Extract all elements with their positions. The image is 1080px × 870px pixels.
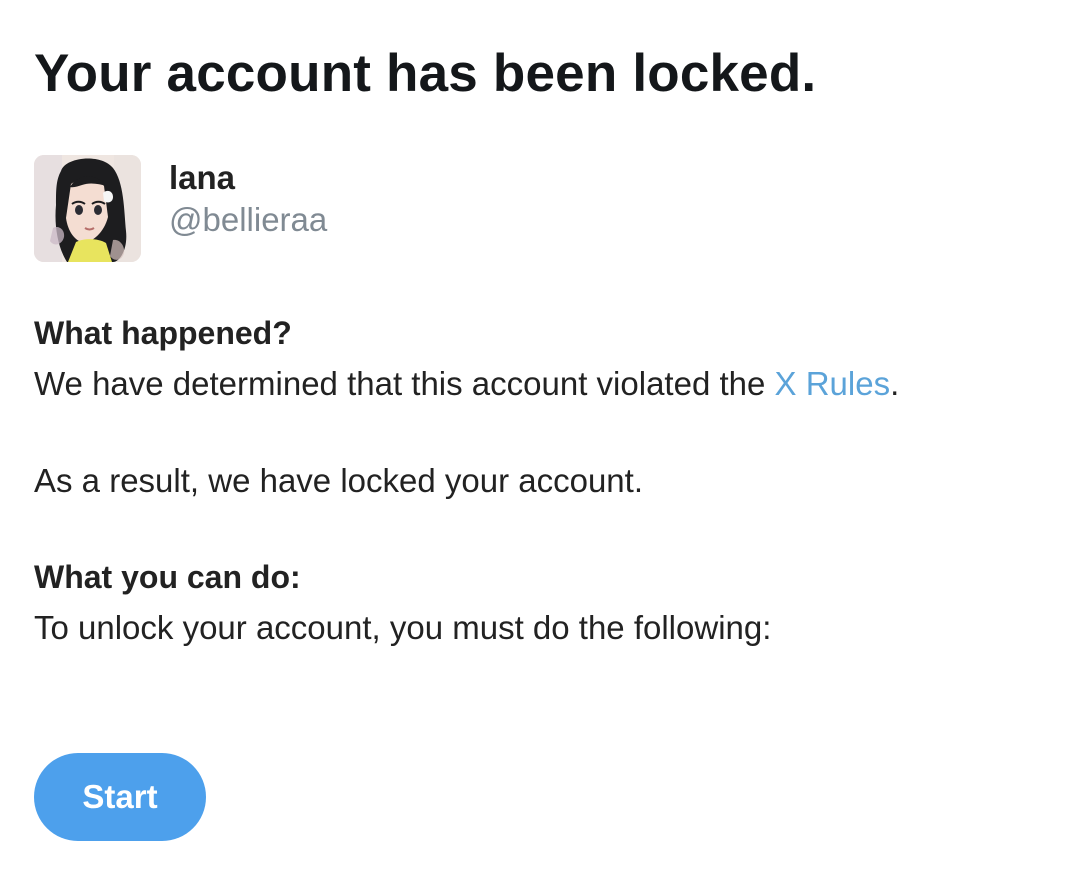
account-locked-page: Your account has been locked. lana @bell… — [34, 0, 1044, 870]
what-happened-heading: What happened? — [34, 315, 292, 351]
unlock-instructions: To unlock your account, you must do the … — [34, 609, 772, 646]
display-name: lana — [169, 159, 236, 196]
page-title: Your account has been locked. — [34, 44, 817, 103]
user-handle: @bellieraa — [169, 201, 328, 238]
x-rules-link[interactable]: X Rules — [775, 365, 891, 402]
violation-message: We have determined that this account vio… — [34, 363, 899, 405]
avatar — [34, 155, 141, 262]
user-avatar-icon — [34, 155, 141, 262]
violation-message-period: . — [890, 365, 900, 402]
locked-result-message: As a result, we have locked your account… — [34, 462, 643, 499]
start-button[interactable]: Start — [34, 753, 206, 841]
what-you-can-do-heading: What you can do: — [34, 559, 301, 595]
violation-message-text: We have determined that this account vio… — [34, 365, 775, 402]
